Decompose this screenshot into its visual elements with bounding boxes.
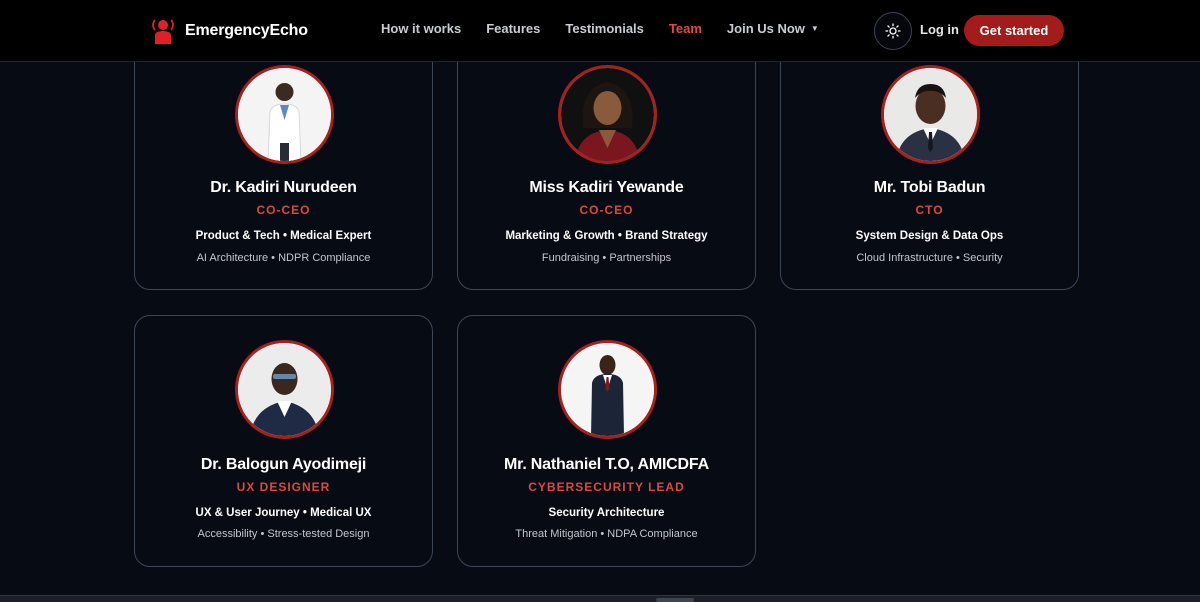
member-extras: Accessibility • Stress-tested Design — [197, 528, 370, 540]
team-card: Mr. Tobi Badun CTO System Design & Data … — [780, 38, 1079, 290]
member-extras: Fundraising • Partnerships — [541, 252, 672, 264]
nav-join-us-label: Join Us Now — [726, 21, 805, 36]
avatar — [558, 340, 657, 439]
member-extras: AI Architecture • NDPR Compliance — [196, 252, 371, 264]
nav-features[interactable]: Features — [486, 21, 540, 36]
member-role: CO-CEO — [256, 203, 311, 217]
bottom-scroll-bar — [0, 595, 1200, 602]
alert-person-icon — [152, 19, 174, 44]
nav-team[interactable]: Team — [669, 21, 702, 36]
member-extras: Cloud Infrastructure • Security — [856, 252, 1003, 264]
chevron-down-icon: ▼ — [810, 24, 819, 33]
avatar — [235, 65, 334, 164]
member-role: CYBERSECURITY LEAD — [528, 480, 685, 494]
member-skills: UX & User Journey • Medical UX — [195, 507, 372, 519]
nav-testimonials[interactable]: Testimonials — [565, 21, 644, 36]
member-skills: Product & Tech • Medical Expert — [195, 230, 372, 242]
member-name: Mr. Nathaniel T.O, AMICDFA — [504, 456, 709, 473]
get-started-button[interactable]: Get started — [964, 15, 1064, 46]
member-name: Dr. Balogun Ayodimeji — [200, 456, 367, 473]
member-extras: Threat Mitigation • NDPA Compliance — [515, 528, 698, 540]
login-link[interactable]: Log in — [920, 22, 959, 37]
nav-join-us-now[interactable]: Join Us Now ▼ — [727, 21, 819, 36]
main-nav: How it works Features Testimonials Team … — [381, 21, 844, 36]
team-card: Dr. Kadiri Nurudeen CO-CEO Product & Tec… — [134, 38, 433, 290]
member-name: Mr. Tobi Badun — [873, 179, 986, 196]
member-name: Miss Kadiri Yewande — [529, 179, 684, 196]
member-role: UX DESIGNER — [236, 480, 331, 494]
avatar — [558, 65, 657, 164]
brand-logo-link[interactable]: EmergencyEcho — [150, 16, 308, 46]
site-header: EmergencyEcho How it works Features Test… — [0, 0, 1200, 62]
member-name: Dr. Kadiri Nurudeen — [210, 179, 357, 196]
scroll-thumb[interactable] — [656, 598, 694, 602]
brand-name: EmergencyEcho — [185, 22, 308, 39]
member-role: CO-CEO — [579, 203, 634, 217]
theme-toggle-button[interactable] — [874, 12, 912, 50]
member-role: CTO — [915, 203, 944, 217]
member-skills: Security Architecture — [548, 507, 665, 519]
sun-icon — [885, 23, 901, 39]
member-skills: Marketing & Growth • Brand Strategy — [505, 230, 708, 242]
avatar — [881, 65, 980, 164]
team-card: Mr. Nathaniel T.O, AMICDFA CYBERSECURITY… — [457, 315, 756, 567]
avatar — [235, 340, 334, 439]
team-card: Dr. Balogun Ayodimeji UX DESIGNER UX & U… — [134, 315, 433, 567]
nav-how-it-works[interactable]: How it works — [381, 21, 461, 36]
team-card: Miss Kadiri Yewande CO-CEO Marketing & G… — [457, 38, 756, 290]
member-skills: System Design & Data Ops — [855, 230, 1004, 242]
